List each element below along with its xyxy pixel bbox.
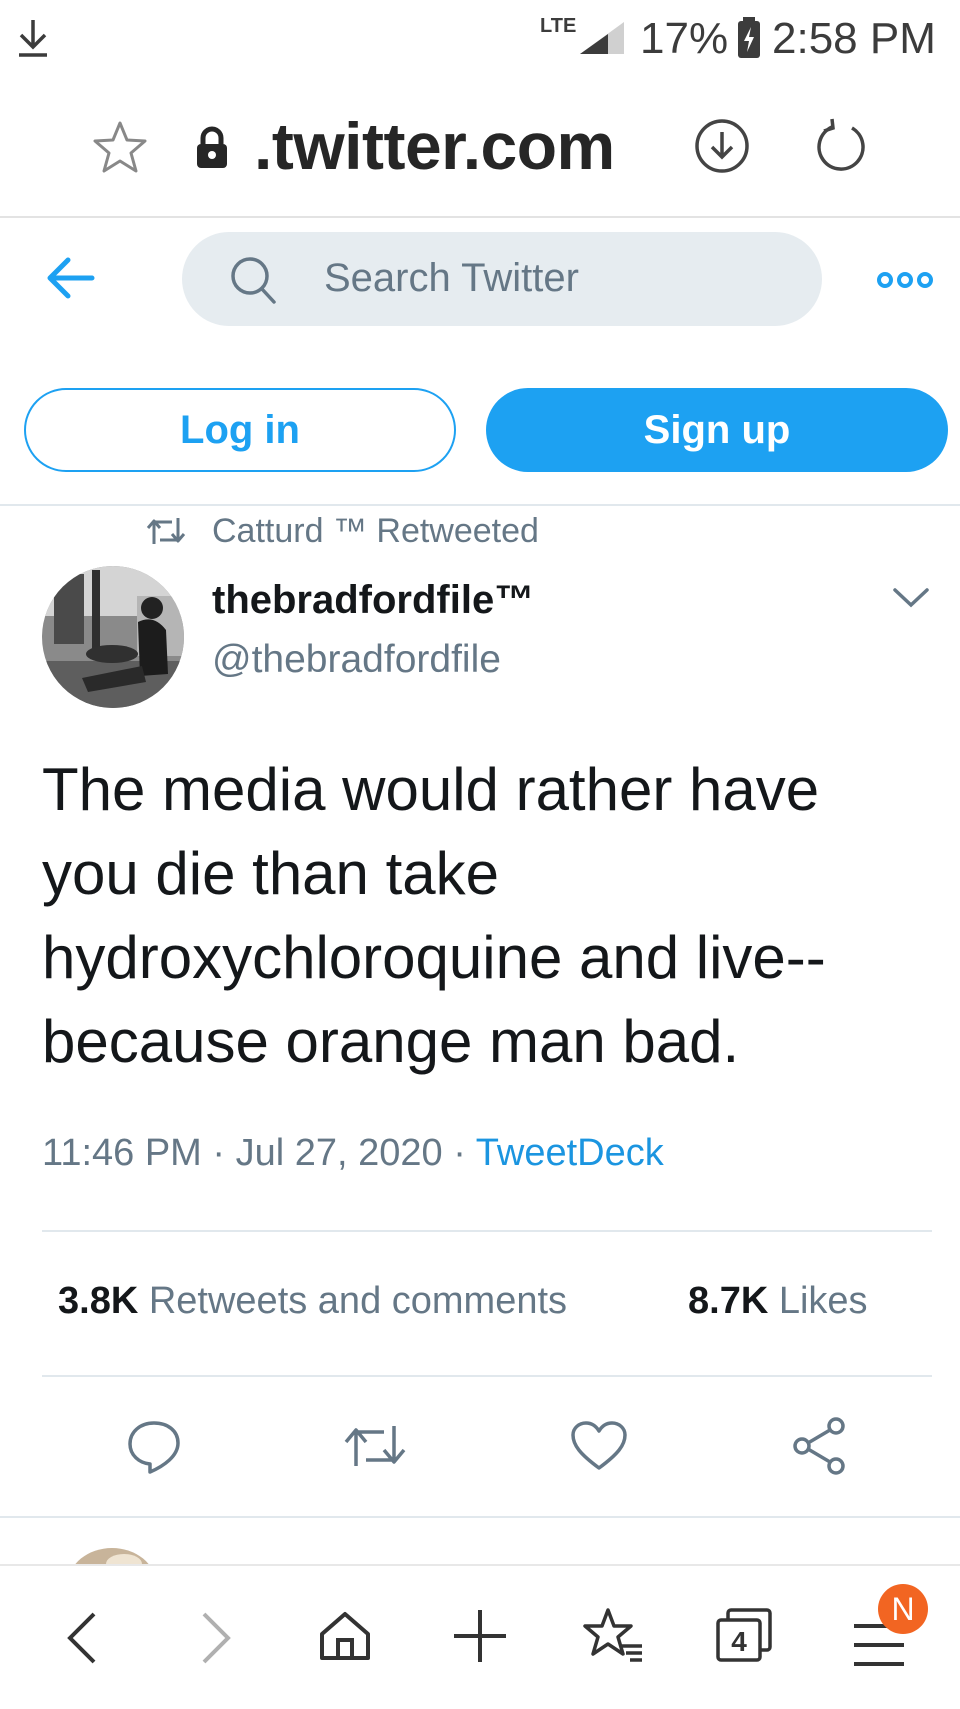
- nav-forward-icon[interactable]: [198, 1610, 234, 1666]
- home-icon[interactable]: [318, 1608, 372, 1664]
- download-circle-icon[interactable]: [694, 118, 750, 174]
- header-divider: [0, 504, 960, 506]
- search-icon: [228, 254, 278, 306]
- url-text[interactable]: .twitter.com: [254, 108, 615, 184]
- retweets-label: Retweets and comments: [148, 1280, 568, 1322]
- meta-divider: [42, 1230, 932, 1232]
- retweets-stat[interactable]: 3.8K Retweets and comments: [58, 1280, 567, 1322]
- nav-back-icon[interactable]: [64, 1610, 100, 1666]
- signup-button[interactable]: Sign up: [486, 388, 948, 472]
- avatar[interactable]: [42, 566, 184, 708]
- star-icon[interactable]: [92, 120, 148, 174]
- reload-icon[interactable]: [812, 116, 870, 174]
- network-type: LTE: [540, 15, 577, 37]
- reply-icon[interactable]: [126, 1418, 182, 1474]
- search-placeholder: Search Twitter: [324, 256, 579, 300]
- likes-stat[interactable]: 8.7K Likes: [688, 1280, 868, 1323]
- retweet-icon: [146, 514, 186, 548]
- bookmarks-icon[interactable]: [582, 1606, 644, 1666]
- clock: 2:58 PM: [772, 14, 936, 63]
- back-arrow-icon[interactable]: [44, 256, 96, 300]
- menu-notification-badge: N: [878, 1584, 928, 1634]
- tab-count: 4: [731, 1626, 747, 1657]
- tweet-meta: 11:46 PM · Jul 27, 2020 · TweetDeck: [42, 1132, 664, 1175]
- chevron-down-icon[interactable]: [892, 586, 930, 610]
- retweets-count: 3.8K: [58, 1280, 139, 1322]
- retweeted-by[interactable]: Catturd ™ Retweeted: [212, 512, 539, 551]
- tweet-divider: [0, 1516, 960, 1518]
- tweet-date[interactable]: Jul 27, 2020: [236, 1132, 443, 1174]
- stats-divider: [42, 1375, 932, 1377]
- meta-separator: ·: [212, 1132, 236, 1174]
- more-icon[interactable]: [876, 268, 934, 292]
- likes-count: 8.7K: [688, 1280, 769, 1322]
- tweet-stats: 3.8K Retweets and comments 8.7K Likes: [58, 1280, 938, 1323]
- lock-icon: [194, 126, 230, 170]
- likes-label: Likes: [778, 1280, 868, 1322]
- search-input[interactable]: Search Twitter: [182, 232, 822, 326]
- browser-bottom-nav: 4: [0, 1564, 960, 1709]
- browser-url-bar: .twitter.com: [0, 76, 960, 218]
- login-button[interactable]: Log in: [24, 388, 456, 472]
- user-handle[interactable]: @thebradfordfile: [212, 638, 501, 682]
- download-icon: [16, 18, 50, 58]
- status-bar: LTE 17% 2:58 PM: [0, 0, 960, 76]
- share-icon[interactable]: [790, 1416, 850, 1476]
- signal-icon: [578, 20, 626, 56]
- tweet-source[interactable]: TweetDeck: [476, 1132, 664, 1174]
- meta-separator: ·: [453, 1132, 476, 1174]
- display-name[interactable]: thebradfordfile™: [212, 578, 534, 623]
- battery-icon: [736, 16, 762, 60]
- plus-icon[interactable]: [452, 1608, 508, 1664]
- tweet-time[interactable]: 11:46 PM: [42, 1132, 202, 1174]
- battery-percent: 17%: [640, 14, 729, 63]
- tweet-text: The media would rather have you die than…: [42, 756, 826, 1075]
- retweet-action-icon[interactable]: [342, 1420, 408, 1472]
- heart-icon[interactable]: [570, 1420, 628, 1472]
